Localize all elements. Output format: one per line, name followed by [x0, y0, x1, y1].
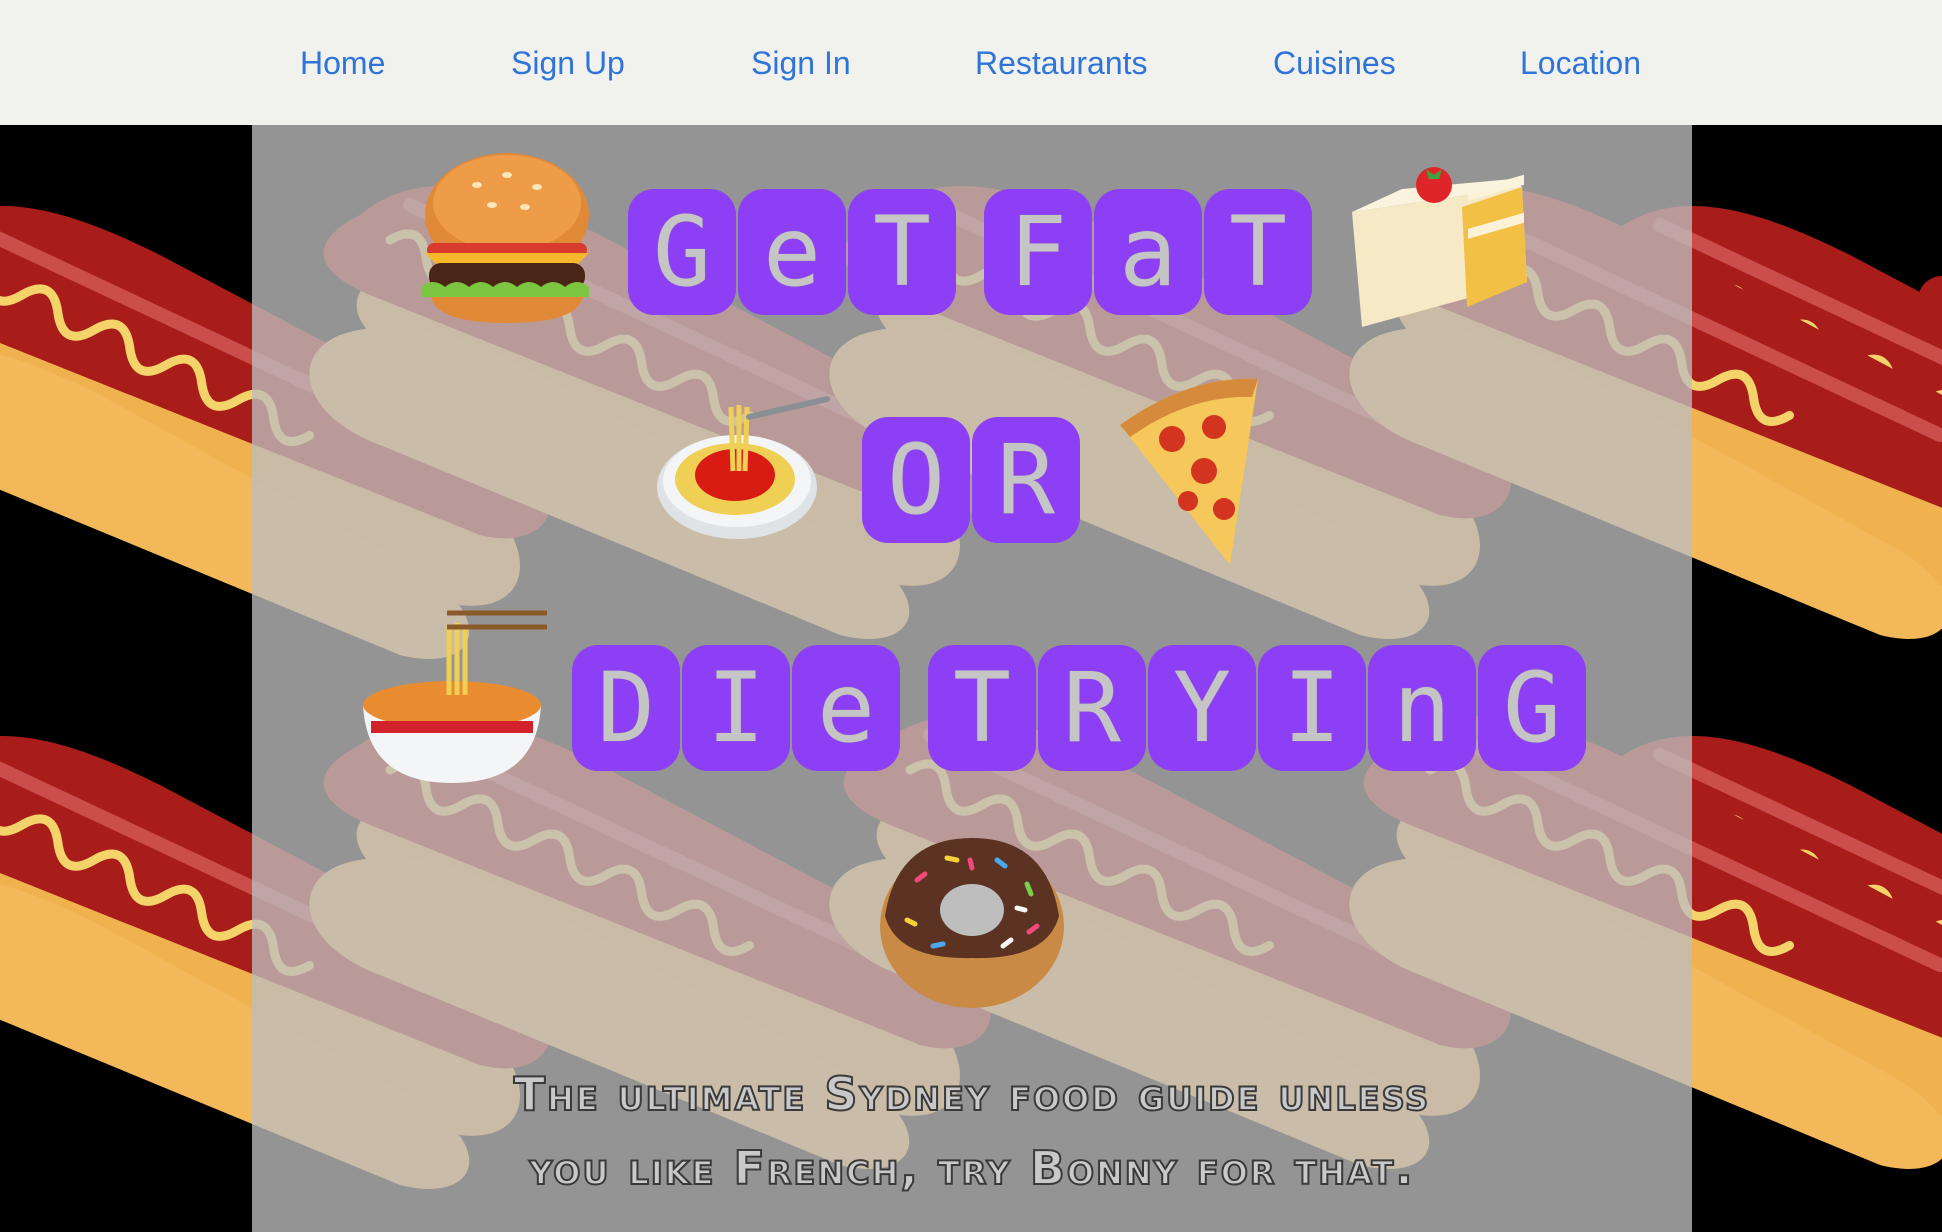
- nav-location-link[interactable]: Location: [1520, 38, 1641, 88]
- title-letter-tile: e: [792, 645, 900, 771]
- title-letter-tile: Y: [1148, 645, 1256, 771]
- title-letter-tile: n: [1368, 645, 1476, 771]
- title-letter-tile: R: [972, 417, 1080, 543]
- title-letter-tile: G: [628, 189, 736, 315]
- nav-sign-up-link[interactable]: Sign Up: [511, 38, 625, 88]
- title-letter-tile: F: [984, 189, 1092, 315]
- title-letter-tile: D: [572, 645, 680, 771]
- cake-emoji-icon: [1352, 167, 1527, 327]
- title-letter-tile: T: [928, 645, 1036, 771]
- title-line-get-fat: G e T F a T: [628, 189, 1314, 315]
- nav-restaurants-link[interactable]: Restaurants: [975, 38, 1148, 88]
- ramen-emoji-icon: [363, 610, 547, 783]
- hero-panel: G e T F a T O R D I e T R Y I n G The ul…: [252, 125, 1692, 1232]
- nav-home-link[interactable]: Home: [300, 38, 385, 88]
- donut-emoji-icon: [880, 838, 1064, 1008]
- title-line-die-trying: D I e T R Y I n G: [572, 645, 1588, 771]
- title-letter-tile: e: [738, 189, 846, 315]
- spaghetti-emoji-icon: [657, 396, 830, 539]
- burger-emoji-icon: [421, 153, 589, 323]
- title-letter-tile: G: [1478, 645, 1586, 771]
- tagline-line-2: you like French, try Bonny for that.: [528, 1140, 1415, 1196]
- title-letter-tile: T: [848, 189, 956, 315]
- nav-cuisines-link[interactable]: Cuisines: [1273, 38, 1396, 88]
- title-line-or: O R: [862, 417, 1082, 543]
- title-letter-tile: a: [1094, 189, 1202, 315]
- title-letter-tile: I: [682, 645, 790, 771]
- pizza-emoji-icon: [1120, 378, 1258, 565]
- tagline-line-1: The ultimate Sydney food guide unless: [513, 1066, 1431, 1122]
- top-navbar: Home Sign Up Sign In Restaurants Cuisine…: [0, 0, 1942, 125]
- title-letter-tile: O: [862, 417, 970, 543]
- nav-sign-in-link[interactable]: Sign In: [751, 38, 851, 88]
- title-letter-tile: R: [1038, 645, 1146, 771]
- title-letter-tile: I: [1258, 645, 1366, 771]
- title-letter-tile: T: [1204, 189, 1312, 315]
